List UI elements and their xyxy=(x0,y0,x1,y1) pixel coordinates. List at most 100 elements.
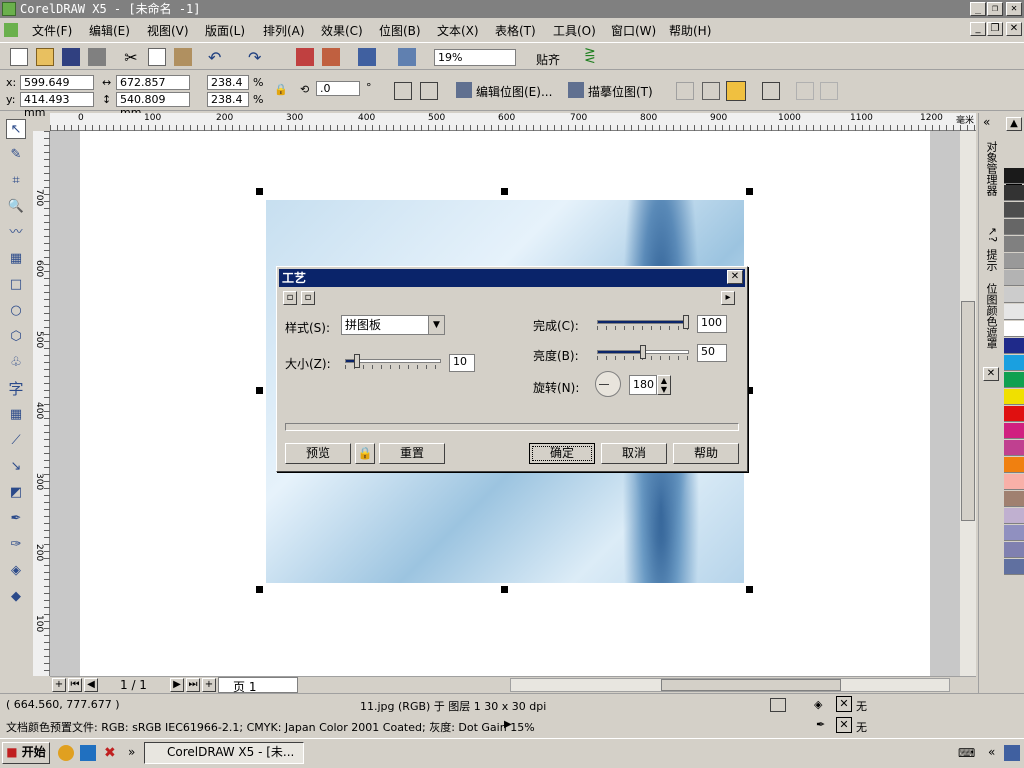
interactive-fill-icon[interactable]: ◆ xyxy=(6,587,26,607)
color-swatch[interactable] xyxy=(1004,304,1024,320)
rotation-angle-field[interactable]: .0 xyxy=(316,81,360,96)
color-swatch[interactable] xyxy=(1004,185,1024,201)
one-pane-preview-icon[interactable]: ▫ xyxy=(301,291,315,305)
color-swatch[interactable] xyxy=(1004,236,1024,252)
doc-restore-button[interactable]: ❐ xyxy=(987,22,1003,36)
selection-handle[interactable] xyxy=(746,188,753,195)
reset-button[interactable]: 重置 xyxy=(379,443,445,464)
smart-fill-icon[interactable]: ▦ xyxy=(6,249,26,269)
size-input[interactable]: 10 xyxy=(449,354,475,372)
color-swatch[interactable] xyxy=(1004,440,1024,456)
close-button[interactable]: ✕ xyxy=(1006,2,1022,16)
to-back-icon[interactable] xyxy=(820,82,838,100)
zoom-tool-icon[interactable]: 🔍 xyxy=(6,197,26,217)
scale-y-field[interactable]: 238.4 xyxy=(207,92,249,107)
color-swatch[interactable] xyxy=(1004,372,1024,388)
open-folder-icon[interactable] xyxy=(36,48,54,66)
slider-thumb[interactable] xyxy=(640,345,646,359)
outline-none-swatch[interactable]: ✕ xyxy=(836,717,852,733)
color-swatch[interactable] xyxy=(1004,321,1024,337)
first-page-icon[interactable]: ⏮ xyxy=(68,678,82,692)
ok-button[interactable]: 确定 xyxy=(529,443,595,464)
application-launcher-icon[interactable] xyxy=(358,48,376,66)
table-tool-icon[interactable]: ▦ xyxy=(6,405,26,425)
selection-handle[interactable] xyxy=(256,188,263,195)
selection-handle[interactable] xyxy=(501,586,508,593)
prev-page-icon[interactable]: ◀ xyxy=(84,678,98,692)
help-button[interactable]: 帮助 xyxy=(673,443,739,464)
color-swatch[interactable] xyxy=(1004,287,1024,303)
mirror-horizontal-icon[interactable] xyxy=(394,82,412,100)
quicklaunch-more-icon[interactable]: » xyxy=(128,745,135,759)
selection-handle[interactable] xyxy=(746,586,753,593)
slider-thumb[interactable] xyxy=(683,315,689,329)
color-swatch[interactable] xyxy=(1004,270,1024,286)
selection-handle[interactable] xyxy=(256,586,263,593)
restore-button[interactable]: ❐ xyxy=(987,2,1003,16)
color-swatch[interactable] xyxy=(1004,202,1024,218)
zoom-tools-icon[interactable] xyxy=(770,698,786,712)
crop-bitmap-icon[interactable] xyxy=(676,82,694,100)
paste-icon[interactable] xyxy=(174,48,192,66)
blend-tool-icon[interactable]: ◩ xyxy=(6,483,26,503)
height-field[interactable]: 540.809 mm xyxy=(116,92,190,119)
brightness-input[interactable]: 50 xyxy=(697,344,727,362)
menu-layout[interactable]: 版面(L) xyxy=(205,22,245,39)
redo-icon[interactable]: ↷ xyxy=(248,48,266,67)
scale-x-field[interactable]: 238.4 xyxy=(207,75,249,90)
menu-bitmaps[interactable]: 位图(B) xyxy=(379,22,421,39)
color-swatch[interactable] xyxy=(1004,474,1024,490)
last-page-icon[interactable]: ⏭ xyxy=(186,678,200,692)
menu-arrange[interactable]: 排列(A) xyxy=(263,22,305,39)
undo-icon[interactable]: ↶ xyxy=(208,48,226,67)
next-page-icon[interactable]: ▶ xyxy=(170,678,184,692)
docker-tab-object-manager[interactable]: 对象管理器 xyxy=(983,141,999,196)
add-page-icon[interactable]: + xyxy=(52,678,66,692)
menu-table[interactable]: 表格(T) xyxy=(495,22,536,39)
two-pane-preview-icon[interactable]: ▫ xyxy=(283,291,297,305)
rotate-spinner[interactable]: ▲ ▼ xyxy=(657,375,671,395)
add-page-after-icon[interactable]: + xyxy=(202,678,216,692)
complete-input[interactable]: 100 xyxy=(697,315,727,333)
rotation-dial-icon[interactable] xyxy=(595,371,621,397)
mirror-vertical-icon[interactable] xyxy=(420,82,438,100)
pick-tool-icon[interactable]: ↖ xyxy=(6,119,26,139)
menu-text[interactable]: 文本(X) xyxy=(437,22,479,39)
browser-icon[interactable] xyxy=(58,745,74,761)
lock-ratio-icon[interactable]: 🔒 xyxy=(274,83,288,96)
welcome-screen-icon[interactable] xyxy=(398,48,416,66)
menu-window[interactable]: 窗口(W) xyxy=(611,22,656,39)
tray-app-icon[interactable] xyxy=(1004,745,1020,761)
brightness-slider[interactable] xyxy=(597,344,689,362)
crop-tool-icon[interactable]: ⌗ xyxy=(6,171,26,191)
menu-tools[interactable]: 工具(O) xyxy=(553,22,596,39)
dialog-close-button[interactable]: ✕ xyxy=(727,270,743,284)
text-tool-icon[interactable]: 字 xyxy=(6,379,26,399)
color-profile-info[interactable]: 文档颜色预置文件: RGB: sRGB IEC61966-2.1; CMYK: … xyxy=(6,719,535,735)
basic-shapes-icon[interactable]: ♧ xyxy=(6,353,26,373)
resample-icon[interactable] xyxy=(702,82,720,100)
profile-arrow-icon[interactable]: ▶ xyxy=(504,719,512,730)
color-swatch[interactable] xyxy=(1004,491,1024,507)
expand-arrow-icon[interactable]: ▸ xyxy=(721,291,735,305)
color-swatch[interactable] xyxy=(1004,457,1024,473)
save-icon[interactable] xyxy=(62,48,80,66)
selection-handle[interactable] xyxy=(256,387,263,394)
menu-help[interactable]: 帮助(H) xyxy=(669,22,711,39)
keyboard-icon[interactable]: ⌨ xyxy=(958,746,975,760)
doc-minimize-button[interactable]: _ xyxy=(970,22,986,36)
polygon-tool-icon[interactable]: ⬡ xyxy=(6,327,26,347)
color-swatch[interactable] xyxy=(1004,542,1024,558)
fill-none-swatch[interactable]: ✕ xyxy=(836,696,852,712)
selection-handle[interactable] xyxy=(501,188,508,195)
ie-icon[interactable] xyxy=(80,745,96,761)
width-field[interactable]: 672.857 mm xyxy=(116,75,190,102)
copy-icon[interactable] xyxy=(148,48,166,66)
color-swatch[interactable] xyxy=(1004,389,1024,405)
size-slider[interactable] xyxy=(345,353,441,371)
color-swatch[interactable] xyxy=(1004,338,1024,354)
docker-close-button[interactable]: ✕ xyxy=(983,367,999,381)
start-button[interactable]: ■ 开始 xyxy=(2,742,50,764)
palette-scroll-up-icon[interactable]: ▲ xyxy=(1006,117,1022,131)
ellipse-tool-icon[interactable]: ○ xyxy=(6,301,26,321)
